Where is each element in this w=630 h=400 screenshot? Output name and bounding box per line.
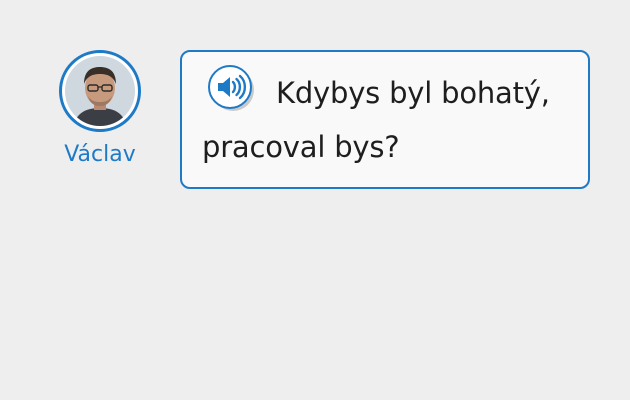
speech-bubble: Kdybys byl bohatý, pracoval bys? [180,50,590,189]
speaker: Václav [50,50,150,168]
speaker-name: Václav [64,142,136,167]
play-audio-button[interactable] [202,64,258,112]
speaker-volume-icon [208,65,254,111]
bubble-content: Kdybys byl bohatý, pracoval bys? [202,64,570,174]
dialogue-line: Václav Kdybys byl bohatý, pracoval bys? [0,0,630,400]
avatar [59,50,141,132]
avatar-portrait-image [65,56,135,126]
